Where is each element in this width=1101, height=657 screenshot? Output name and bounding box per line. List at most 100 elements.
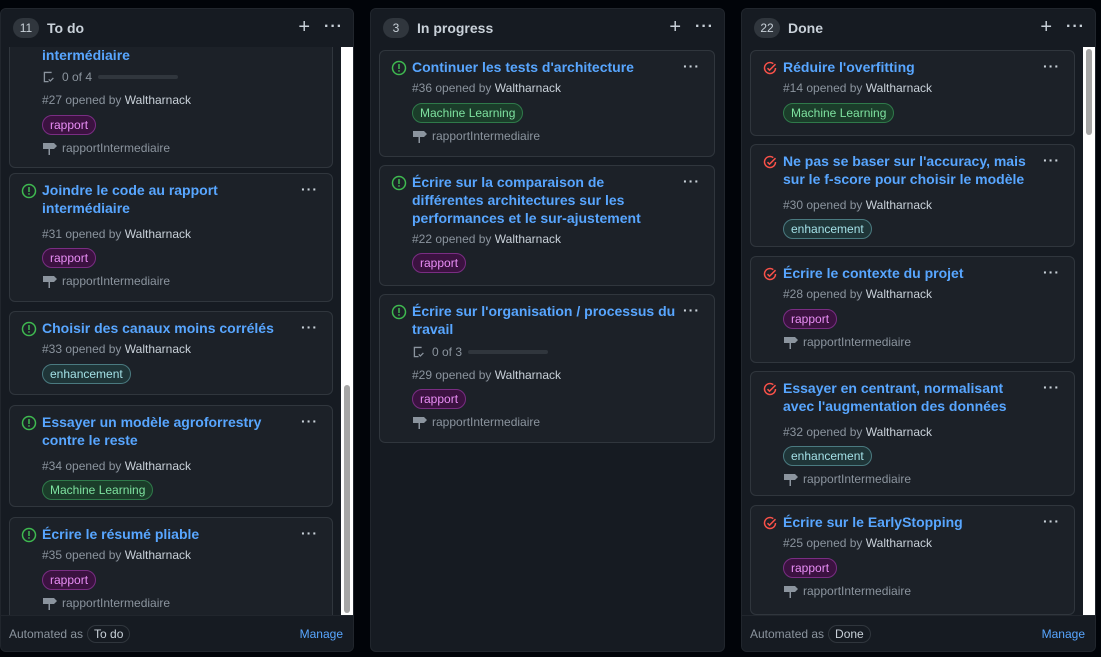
card-menu-icon[interactable]: ···: [1043, 514, 1060, 528]
milestone[interactable]: rapportIntermediaire: [42, 141, 170, 155]
issue-label[interactable]: rapport: [42, 248, 97, 268]
issue-title[interactable]: Écrire le résumé pliable: [42, 525, 294, 543]
issue-number: #34: [42, 459, 63, 473]
milestone[interactable]: rapportIntermediaire: [783, 584, 911, 598]
issue-title[interactable]: Essayer en centrant, normalisant avec l'…: [783, 379, 1036, 415]
issue-card[interactable]: Essayer un modèle agroforrestry contre l…: [9, 405, 333, 507]
issue-title[interactable]: Écrire le contexte du projet: [783, 264, 1036, 282]
issue-card[interactable]: Écrire sur la comparaison de différentes…: [379, 165, 715, 286]
card-menu-icon[interactable]: ···: [683, 303, 700, 317]
issue-card[interactable]: Réduire l'overfitting ··· #14 opened by …: [750, 50, 1075, 136]
milestone[interactable]: rapportIntermediaire: [783, 335, 911, 349]
milestone[interactable]: rapportIntermediaire: [42, 596, 170, 610]
issue-card[interactable]: intermédiaire 0 of 4 #27 opened by Walth…: [9, 47, 333, 168]
issue-title[interactable]: Continuer les tests d'architecture: [412, 58, 676, 76]
issue-card[interactable]: Écrire le contexte du projet ··· #28 ope…: [750, 256, 1075, 363]
issue-title[interactable]: Essayer un modèle agroforrestry contre l…: [42, 413, 294, 449]
card-menu-icon[interactable]: ···: [301, 526, 318, 540]
issue-meta: #25 opened by Waltharnack: [783, 536, 932, 550]
issue-label[interactable]: Machine Learning: [42, 480, 154, 500]
issue-title[interactable]: Joindre le code au rapport intermédiaire: [42, 181, 294, 217]
card-menu-icon[interactable]: ···: [1043, 380, 1060, 394]
issue-label[interactable]: rapport: [783, 309, 838, 329]
card-menu-icon[interactable]: ···: [301, 414, 318, 428]
issue-author[interactable]: Waltharnack: [866, 287, 932, 301]
issue-author[interactable]: Waltharnack: [125, 548, 191, 562]
issue-title[interactable]: Réduire l'overfitting: [783, 58, 1036, 76]
issue-number: #14: [783, 81, 804, 95]
card-menu-icon[interactable]: ···: [683, 174, 700, 188]
issue-card[interactable]: Essayer en centrant, normalisant avec l'…: [750, 371, 1075, 496]
issue-label[interactable]: rapport: [412, 389, 467, 409]
column-footer: Automated as Done Manage: [742, 615, 1095, 651]
card-menu-icon[interactable]: ···: [683, 59, 700, 73]
milestone[interactable]: rapportIntermediaire: [783, 472, 911, 486]
column-menu-icon[interactable]: ···: [1066, 19, 1085, 35]
column-in-progress: 3 In progress + ··· Continuer les tests …: [370, 8, 725, 652]
manage-automation-link[interactable]: Manage: [300, 627, 343, 641]
issue-label[interactable]: Machine Learning: [783, 103, 895, 123]
issue-title[interactable]: Ne pas se baser sur l'accuracy, mais sur…: [783, 152, 1036, 188]
issue-author[interactable]: Waltharnack: [866, 198, 932, 212]
card-list[interactable]: intermédiaire 0 of 4 #27 opened by Walth…: [1, 47, 353, 615]
issue-meta: #35 opened by Waltharnack: [42, 548, 191, 562]
scrollbar-thumb[interactable]: [344, 385, 350, 613]
issue-card[interactable]: Écrire le résumé pliable ··· #35 opened …: [9, 517, 333, 615]
issue-author[interactable]: Waltharnack: [866, 536, 932, 550]
issue-author[interactable]: Waltharnack: [125, 459, 191, 473]
issue-author[interactable]: Waltharnack: [495, 81, 561, 95]
milestone[interactable]: rapportIntermediaire: [412, 129, 540, 143]
issue-author[interactable]: Waltharnack: [125, 93, 191, 107]
issue-author[interactable]: Waltharnack: [866, 81, 932, 95]
issue-label[interactable]: rapport: [42, 115, 97, 135]
issue-card[interactable]: Ne pas se baser sur l'accuracy, mais sur…: [750, 144, 1075, 247]
issue-label[interactable]: enhancement: [783, 219, 872, 239]
issue-card[interactable]: Joindre le code au rapport intermédiaire…: [9, 173, 333, 302]
issue-meta: #31 opened by Waltharnack: [42, 227, 191, 241]
issue-author[interactable]: Waltharnack: [125, 227, 191, 241]
card-menu-icon[interactable]: ···: [1043, 153, 1060, 167]
card-list[interactable]: Continuer les tests d'architecture ··· #…: [371, 47, 724, 651]
issue-author[interactable]: Waltharnack: [495, 232, 561, 246]
issue-author[interactable]: Waltharnack: [866, 425, 932, 439]
issue-label[interactable]: rapport: [412, 253, 467, 273]
column-menu-icon[interactable]: ···: [324, 19, 343, 35]
issue-title[interactable]: Écrire sur le EarlyStopping: [783, 513, 1036, 531]
issue-card[interactable]: Choisir des canaux moins corrélés ··· #3…: [9, 311, 333, 395]
card-menu-icon[interactable]: ···: [1043, 265, 1060, 279]
column-menu-icon[interactable]: ···: [695, 19, 714, 35]
scrollbar[interactable]: [341, 47, 353, 615]
issue-author[interactable]: Waltharnack: [125, 342, 191, 356]
card-menu-icon[interactable]: ···: [301, 320, 318, 334]
card-list[interactable]: Réduire l'overfitting ··· #14 opened by …: [742, 47, 1095, 615]
issue-label[interactable]: rapport: [783, 558, 838, 578]
issue-card[interactable]: Écrire sur l'organisation / processus du…: [379, 294, 715, 443]
milestone-name: rapportIntermediaire: [432, 129, 541, 143]
milestone[interactable]: rapportIntermediaire: [42, 274, 170, 288]
card-count-badge: 11: [13, 18, 39, 38]
issue-label[interactable]: enhancement: [783, 446, 872, 466]
issue-title[interactable]: Choisir des canaux moins corrélés: [42, 319, 294, 337]
card-count-badge: 3: [383, 18, 409, 38]
card-menu-icon[interactable]: ···: [301, 182, 318, 196]
issue-label[interactable]: enhancement: [42, 364, 131, 384]
issue-title[interactable]: Écrire sur la comparaison de différentes…: [412, 173, 676, 227]
issue-card[interactable]: Écrire sur le EarlyStopping ··· #25 open…: [750, 505, 1075, 615]
scrollbar[interactable]: [1083, 47, 1095, 615]
add-card-plus-icon[interactable]: +: [298, 17, 310, 37]
issue-title[interactable]: intermédiaire: [42, 47, 294, 64]
milestone[interactable]: rapportIntermediaire: [412, 415, 540, 429]
checklist-progress: 0 of 3: [412, 345, 549, 359]
issue-label[interactable]: Machine Learning: [412, 103, 524, 123]
issue-author[interactable]: Waltharnack: [495, 368, 561, 382]
column-footer: Automated as To do Manage: [1, 615, 353, 651]
issue-label[interactable]: rapport: [42, 570, 97, 590]
scrollbar-thumb[interactable]: [1086, 49, 1092, 135]
manage-automation-link[interactable]: Manage: [1042, 627, 1085, 641]
issue-title[interactable]: Écrire sur l'organisation / processus du…: [412, 302, 676, 338]
add-card-plus-icon[interactable]: +: [1040, 17, 1052, 37]
issue-opened-icon: [21, 321, 37, 337]
card-menu-icon[interactable]: ···: [1043, 59, 1060, 73]
add-card-plus-icon[interactable]: +: [669, 17, 681, 37]
issue-card[interactable]: Continuer les tests d'architecture ··· #…: [379, 50, 715, 157]
